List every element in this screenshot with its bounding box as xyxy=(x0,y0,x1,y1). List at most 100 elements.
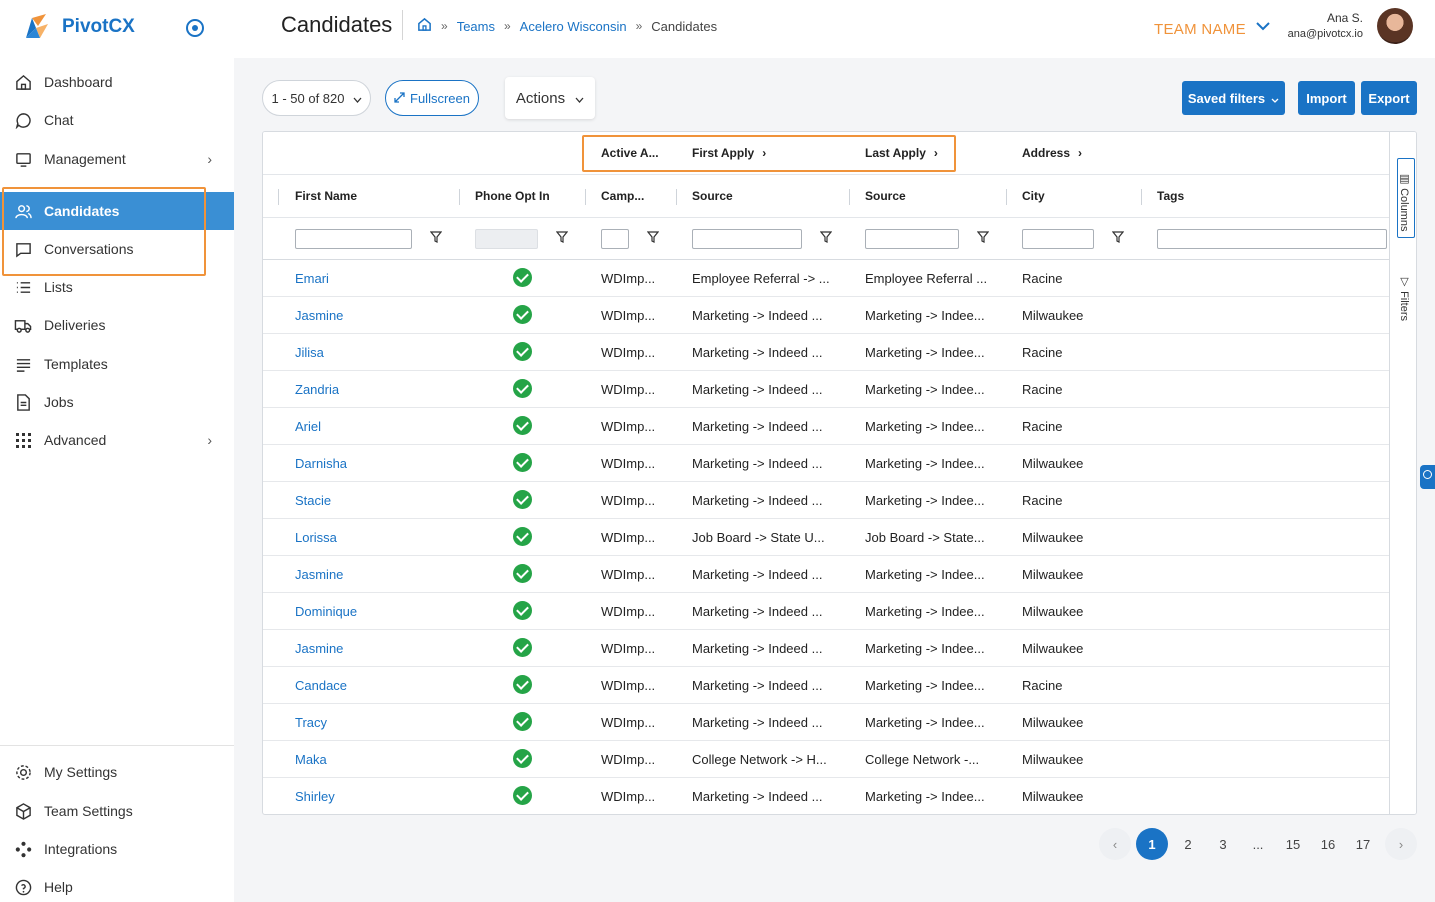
sidebar-item-deliveries[interactable]: Deliveries xyxy=(0,306,234,344)
next-page-button[interactable]: › xyxy=(1385,828,1417,860)
column-header-phone-opt-in[interactable]: Phone Opt In xyxy=(475,189,550,203)
column-header-first-name[interactable]: First Name xyxy=(295,189,357,203)
team-selector[interactable]: TEAM NAME xyxy=(1154,21,1246,38)
sidebar-item-chat[interactable]: Chat xyxy=(0,101,234,139)
table-row[interactable]: Emari WDImp... Employee Referral -> ... Emp… xyxy=(263,260,1389,297)
candidate-name-link[interactable]: Jasmine xyxy=(295,641,343,656)
sidebar-item-management[interactable]: Management › xyxy=(0,140,234,178)
sidebar-item-my-settings[interactable]: My Settings xyxy=(0,753,234,791)
candidate-name-link[interactable]: Tracy xyxy=(295,715,327,730)
column-resize-handle[interactable] xyxy=(1141,189,1142,205)
import-button[interactable]: Import xyxy=(1298,81,1355,115)
chevron-down-icon[interactable] xyxy=(1256,18,1270,36)
column-resize-handle[interactable] xyxy=(585,189,586,205)
column-header-tags[interactable]: Tags xyxy=(1157,189,1184,203)
table-row[interactable]: Zandria WDImp... Marketing -> Indeed ... Ma… xyxy=(263,371,1389,408)
table-row[interactable]: Jasmine WDImp... Marketing -> Indeed ... Ma… xyxy=(263,297,1389,334)
page-17-button[interactable]: 17 xyxy=(1347,828,1379,860)
filter-icon[interactable] xyxy=(820,230,832,244)
sidebar-item-jobs[interactable]: Jobs xyxy=(0,383,234,421)
filter-icon[interactable] xyxy=(977,230,989,244)
page-15-button[interactable]: 15 xyxy=(1277,828,1309,860)
source-last-filter-input[interactable] xyxy=(865,229,959,249)
column-header-campaign[interactable]: Camp... xyxy=(601,189,644,203)
export-button[interactable]: Export xyxy=(1361,81,1417,115)
filter-icon[interactable] xyxy=(1112,230,1124,244)
table-row[interactable]: Tracy WDImp... Marketing -> Indeed ... Mark… xyxy=(263,704,1389,741)
table-row[interactable]: Maka WDImp... College Network -> H... Colle… xyxy=(263,741,1389,778)
city-filter-input[interactable] xyxy=(1022,229,1094,249)
sidebar-item-lists[interactable]: Lists xyxy=(0,268,234,306)
candidate-name-link[interactable]: Stacie xyxy=(295,493,331,508)
table-row[interactable]: Jilisa WDImp... Marketing -> Indeed ... Mar… xyxy=(263,334,1389,371)
table-row[interactable]: Jasmine WDImp... Marketing -> Indeed ... Ma… xyxy=(263,630,1389,667)
page-1-button[interactable]: 1 xyxy=(1136,828,1168,860)
table-row[interactable]: Candace WDImp... Marketing -> Indeed ... Ma… xyxy=(263,667,1389,704)
home-icon[interactable] xyxy=(417,17,432,35)
group-header-address[interactable]: Address › xyxy=(1022,146,1082,160)
columns-panel-tab[interactable]: ▤ Columns xyxy=(1398,172,1411,231)
page-2-button[interactable]: 2 xyxy=(1172,828,1204,860)
table-row[interactable]: Stacie WDImp... Marketing -> Indeed ... Mar… xyxy=(263,482,1389,519)
candidate-name-link[interactable]: Candace xyxy=(295,678,347,693)
sidebar-item-dashboard[interactable]: Dashboard xyxy=(0,63,234,101)
page-range-dropdown[interactable]: 1 - 50 of 820 xyxy=(262,80,371,116)
candidate-name-link[interactable]: Zandria xyxy=(295,382,339,397)
collapse-sidebar-button[interactable] xyxy=(186,19,204,37)
sidebar-item-team-settings[interactable]: Team Settings xyxy=(0,792,234,830)
actions-dropdown[interactable]: Actions xyxy=(505,77,595,119)
campaign-filter-input[interactable] xyxy=(601,229,629,249)
source-first-filter-input[interactable] xyxy=(692,229,802,249)
filter-icon[interactable] xyxy=(556,230,568,244)
table-row[interactable]: Shirley WDImp... Marketing -> Indeed ... Ma… xyxy=(263,778,1389,814)
sidebar-item-help[interactable]: Help xyxy=(0,868,234,902)
page-3-button[interactable]: 3 xyxy=(1207,828,1239,860)
column-resize-handle[interactable] xyxy=(459,189,460,205)
table-row[interactable]: Dominique WDImp... Marketing -> Indeed ...… xyxy=(263,593,1389,630)
column-header-city[interactable]: City xyxy=(1022,189,1045,203)
sidebar-item-integrations[interactable]: Integrations xyxy=(0,830,234,868)
group-header-active[interactable]: Active A... xyxy=(601,146,659,160)
breadcrumb-teams-link[interactable]: Teams xyxy=(457,19,495,34)
sidebar-item-templates[interactable]: Templates xyxy=(0,345,234,383)
candidate-name-link[interactable]: Dominique xyxy=(295,604,357,619)
column-header-source-last[interactable]: Source xyxy=(865,189,906,203)
candidate-name-link[interactable]: Darnisha xyxy=(295,456,347,471)
app-logo[interactable]: PivotCX xyxy=(22,12,135,42)
candidate-name-link[interactable]: Jilisa xyxy=(295,345,324,360)
column-resize-handle[interactable] xyxy=(676,189,677,205)
breadcrumb-team-link[interactable]: Acelero Wisconsin xyxy=(520,19,627,34)
tags-filter-input[interactable] xyxy=(1157,229,1387,249)
table-row[interactable]: Jasmine WDImp... Marketing -> Indeed ... Ma… xyxy=(263,556,1389,593)
table-row[interactable]: Darnisha WDImp... Marketing -> Indeed ... M… xyxy=(263,445,1389,482)
filter-icon[interactable] xyxy=(430,230,442,244)
column-resize-handle[interactable] xyxy=(849,189,850,205)
column-resize-handle[interactable] xyxy=(278,189,279,205)
filter-icon[interactable] xyxy=(647,230,659,244)
sidebar-item-conversations[interactable]: Conversations xyxy=(0,230,234,268)
group-header-last-apply[interactable]: Last Apply › xyxy=(865,146,938,160)
avatar[interactable] xyxy=(1377,8,1413,44)
candidate-name-link[interactable]: Emari xyxy=(295,271,329,286)
sidebar-item-candidates[interactable]: Candidates xyxy=(0,192,234,230)
candidate-name-link[interactable]: Jasmine xyxy=(295,567,343,582)
candidate-name-link[interactable]: Jasmine xyxy=(295,308,343,323)
page-16-button[interactable]: 16 xyxy=(1312,828,1344,860)
candidate-name-link[interactable]: Lorissa xyxy=(295,530,337,545)
first-name-filter-input[interactable] xyxy=(295,229,412,249)
saved-filters-button[interactable]: Saved filters xyxy=(1182,81,1285,115)
table-row[interactable]: Ariel WDImp... Marketing -> Indeed ... Mark… xyxy=(263,408,1389,445)
candidate-name-link[interactable]: Shirley xyxy=(295,789,335,804)
source-first-cell: Marketing -> Indeed ... xyxy=(692,678,823,693)
table-row[interactable]: Lorissa WDImp... Job Board -> State U... Jo… xyxy=(263,519,1389,556)
prev-page-button[interactable]: ‹ xyxy=(1099,828,1131,860)
sidebar-item-advanced[interactable]: Advanced › xyxy=(0,421,234,459)
candidate-name-link[interactable]: Ariel xyxy=(295,419,321,434)
fullscreen-button[interactable]: Fullscreen xyxy=(385,80,479,116)
candidate-name-link[interactable]: Maka xyxy=(295,752,327,767)
group-header-first-apply[interactable]: First Apply › xyxy=(692,146,766,160)
column-header-source-first[interactable]: Source xyxy=(692,189,733,203)
settings-side-tab[interactable] xyxy=(1420,465,1435,489)
column-resize-handle[interactable] xyxy=(1006,189,1007,205)
filters-panel-tab[interactable]: ▽ Filters xyxy=(1398,275,1411,321)
